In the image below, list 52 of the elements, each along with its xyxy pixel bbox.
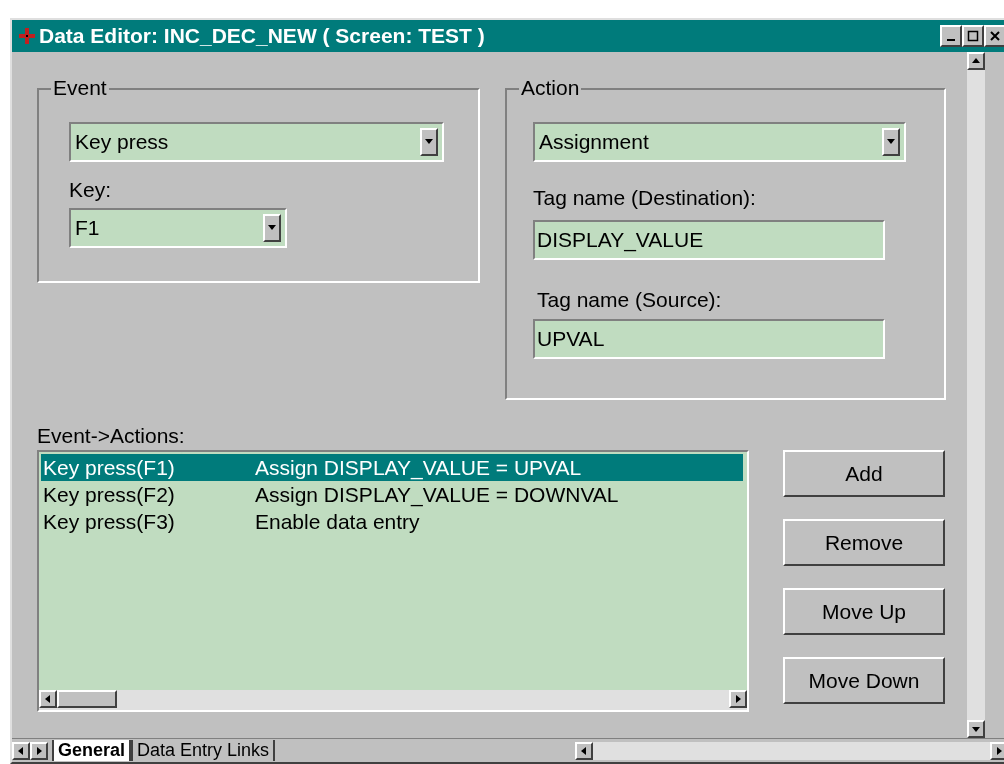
minimize-button[interactable]: [940, 25, 962, 47]
caret-icon: [424, 139, 434, 145]
event-dropdown[interactable]: Key press: [69, 122, 444, 162]
action-button[interactable]: Move Up: [783, 588, 945, 635]
down-arrow-icon: [972, 725, 980, 733]
field-label: Tag name (Destination):: [533, 185, 757, 211]
sheet-tab[interactable]: General: [52, 740, 132, 761]
window-title: Data Editor: INC_DEC_NEW ( Screen: TEST ): [39, 23, 485, 50]
action-button[interactable]: Add: [783, 450, 945, 497]
caret-icon: [886, 139, 896, 145]
right-arrow-icon: [35, 746, 43, 755]
dropdown-button[interactable]: [882, 128, 900, 156]
maximize-button[interactable]: [962, 25, 984, 47]
scroll-thumb[interactable]: [57, 690, 117, 708]
horizontal-scrollbar[interactable]: [575, 741, 1004, 760]
list-label: Event->Actions:: [37, 424, 185, 448]
dropdown-button[interactable]: [420, 128, 438, 156]
maximize-icon: [967, 30, 979, 42]
key-label: Key:: [69, 177, 113, 203]
right-arrow-icon: [734, 695, 742, 703]
right-arrow-icon: [995, 746, 1003, 755]
scroll-up-button[interactable]: [967, 52, 985, 70]
tab-right-button[interactable]: [30, 741, 48, 760]
left-arrow-icon: [17, 746, 25, 755]
action-button[interactable]: Move Down: [783, 657, 945, 704]
vertical-scrollbar[interactable]: [967, 52, 985, 738]
crosshair-icon: [18, 27, 36, 45]
scroll-down-button[interactable]: [967, 720, 985, 738]
list-row[interactable]: Key press(F2) Assign DISPLAY_VALUE = DOWNVAL: [41, 481, 743, 508]
horizontal-scrollbar[interactable]: [39, 690, 747, 710]
key-dropdown[interactable]: F1: [69, 207, 287, 248]
scroll-right-button[interactable]: [729, 690, 747, 708]
action-dropdown[interactable]: Assignment: [533, 122, 906, 162]
dropdown-button[interactable]: [263, 213, 281, 242]
close-button[interactable]: [984, 25, 1004, 47]
sheet-tab[interactable]: Data Entry Links: [131, 740, 276, 761]
up-arrow-icon: [972, 57, 980, 65]
caret-icon: [267, 224, 277, 231]
left-arrow-icon: [580, 746, 589, 755]
close-icon: [989, 30, 1001, 42]
list-row[interactable]: Key press(F1) Assign DISPLAY_VALUE = UPVAL: [41, 454, 743, 481]
scroll-right-button[interactable]: [990, 741, 1004, 760]
minimize-icon: [947, 39, 955, 41]
scroll-left-button[interactable]: [39, 690, 57, 708]
list-row[interactable]: Key press(F3) Enable data entry: [41, 508, 743, 535]
input-field[interactable]: DISPLAY_VALUE: [533, 219, 885, 260]
field-label: Tag name (Source):: [537, 286, 723, 313]
left-arrow-icon: [44, 695, 52, 703]
scroll-left-button[interactable]: [575, 741, 594, 760]
action-button[interactable]: Remove: [783, 519, 945, 566]
input-field[interactable]: UPVAL: [533, 319, 885, 359]
tab-left-button[interactable]: [12, 741, 30, 760]
